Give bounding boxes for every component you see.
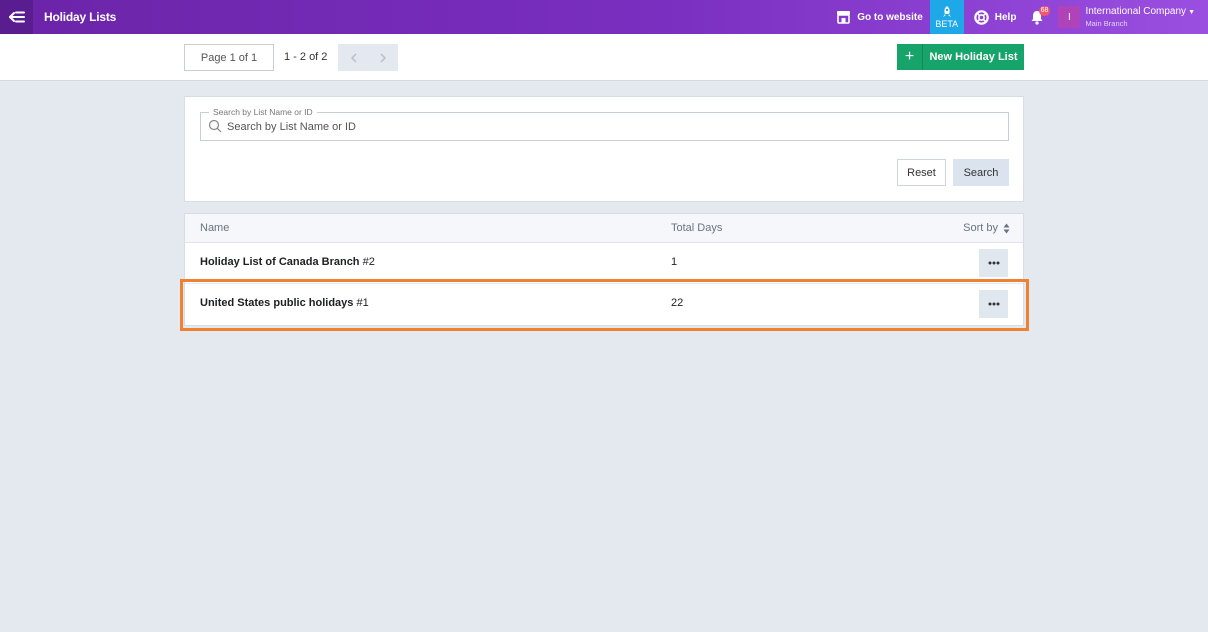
table-header: Name Total Days Sort by [185,214,1023,243]
holiday-lists-table: Name Total Days Sort by Holiday List of … [184,213,1024,326]
more-horizontal-icon [988,261,999,265]
page-selector[interactable]: Page 1 of 1 [184,44,274,71]
account-name: International Company [1085,5,1187,17]
search-field: Search by List Name or ID [200,107,1009,141]
menu-toggle-button[interactable] [0,0,33,34]
pagination-arrows [338,44,398,71]
table-row[interactable]: Holiday List of Canada Branch #2 1 [185,243,1023,284]
rocket-icon [942,5,951,17]
holiday-list-total-days: 22 [671,297,684,309]
account-branch: Main Branch [1085,18,1128,28]
column-header-total-days: Total Days [671,222,723,234]
search-panel: Search by List Name or ID Reset Search [184,96,1024,202]
beta-label: BETA [935,18,959,29]
holiday-list-id: #1 [356,297,369,309]
sort-icon [1003,223,1010,233]
page-title: Holiday Lists [44,10,117,24]
sort-by-button[interactable]: Sort by [963,222,1010,234]
new-holiday-list-button[interactable]: + New Holiday List [897,44,1024,70]
account-menu[interactable]: I International Company ▼ Main Branch [1058,0,1208,34]
reset-button[interactable]: Reset [897,159,946,186]
row-actions-button[interactable] [979,249,1008,277]
new-holiday-list-label: New Holiday List [929,51,1018,63]
chevron-left-icon [350,52,357,63]
notification-count-badge: 68 [1038,6,1051,16]
search-input[interactable] [227,113,997,140]
help-label: Help [994,11,1017,23]
account-text: International Company ▼ Main Branch [1085,6,1195,29]
previous-page-button[interactable] [338,44,368,71]
next-page-button[interactable] [368,44,398,71]
holiday-list-title: Holiday List of Canada Branch [200,256,360,268]
search-icon [208,119,222,133]
column-header-name: Name [200,222,230,234]
header-right-group: Go to website BETA Help 68 I Internation… [829,0,1208,34]
help-link[interactable]: Help [964,0,1027,34]
list-toolbar: Page 1 of 1 1 - 2 of 2 + New Holiday Lis… [0,34,1208,81]
avatar: I [1058,6,1081,28]
store-icon [837,11,851,24]
more-horizontal-icon [988,302,999,306]
beta-button[interactable]: BETA [929,0,964,34]
search-button[interactable]: Search [953,159,1009,186]
top-header-bar: Holiday Lists Go to website BETA Help 68… [0,0,1208,34]
holiday-list-name: Holiday List of Canada Branch #2 [200,256,375,268]
holiday-list-id: #2 [362,256,375,268]
results-range: 1 - 2 of 2 [284,51,328,63]
caret-down-icon: ▼ [1188,8,1195,16]
go-to-website-link[interactable]: Go to website [829,0,930,34]
menu-back-arrow-icon [8,11,25,23]
go-to-website-label: Go to website [857,11,923,23]
table-row[interactable]: United States public holidays #1 22 [185,284,1023,325]
holiday-list-total-days: 1 [671,256,678,268]
row-actions-button[interactable] [979,290,1008,318]
chevron-right-icon [379,52,386,63]
lifebuoy-icon [973,9,989,25]
account-name-row: International Company ▼ [1085,6,1195,18]
sort-by-label: Sort by [963,222,998,234]
holiday-list-name: United States public holidays #1 [200,297,369,309]
plus-icon: + [897,44,923,70]
holiday-list-title: United States public holidays [200,297,354,309]
notifications-button[interactable]: 68 [1026,0,1051,34]
